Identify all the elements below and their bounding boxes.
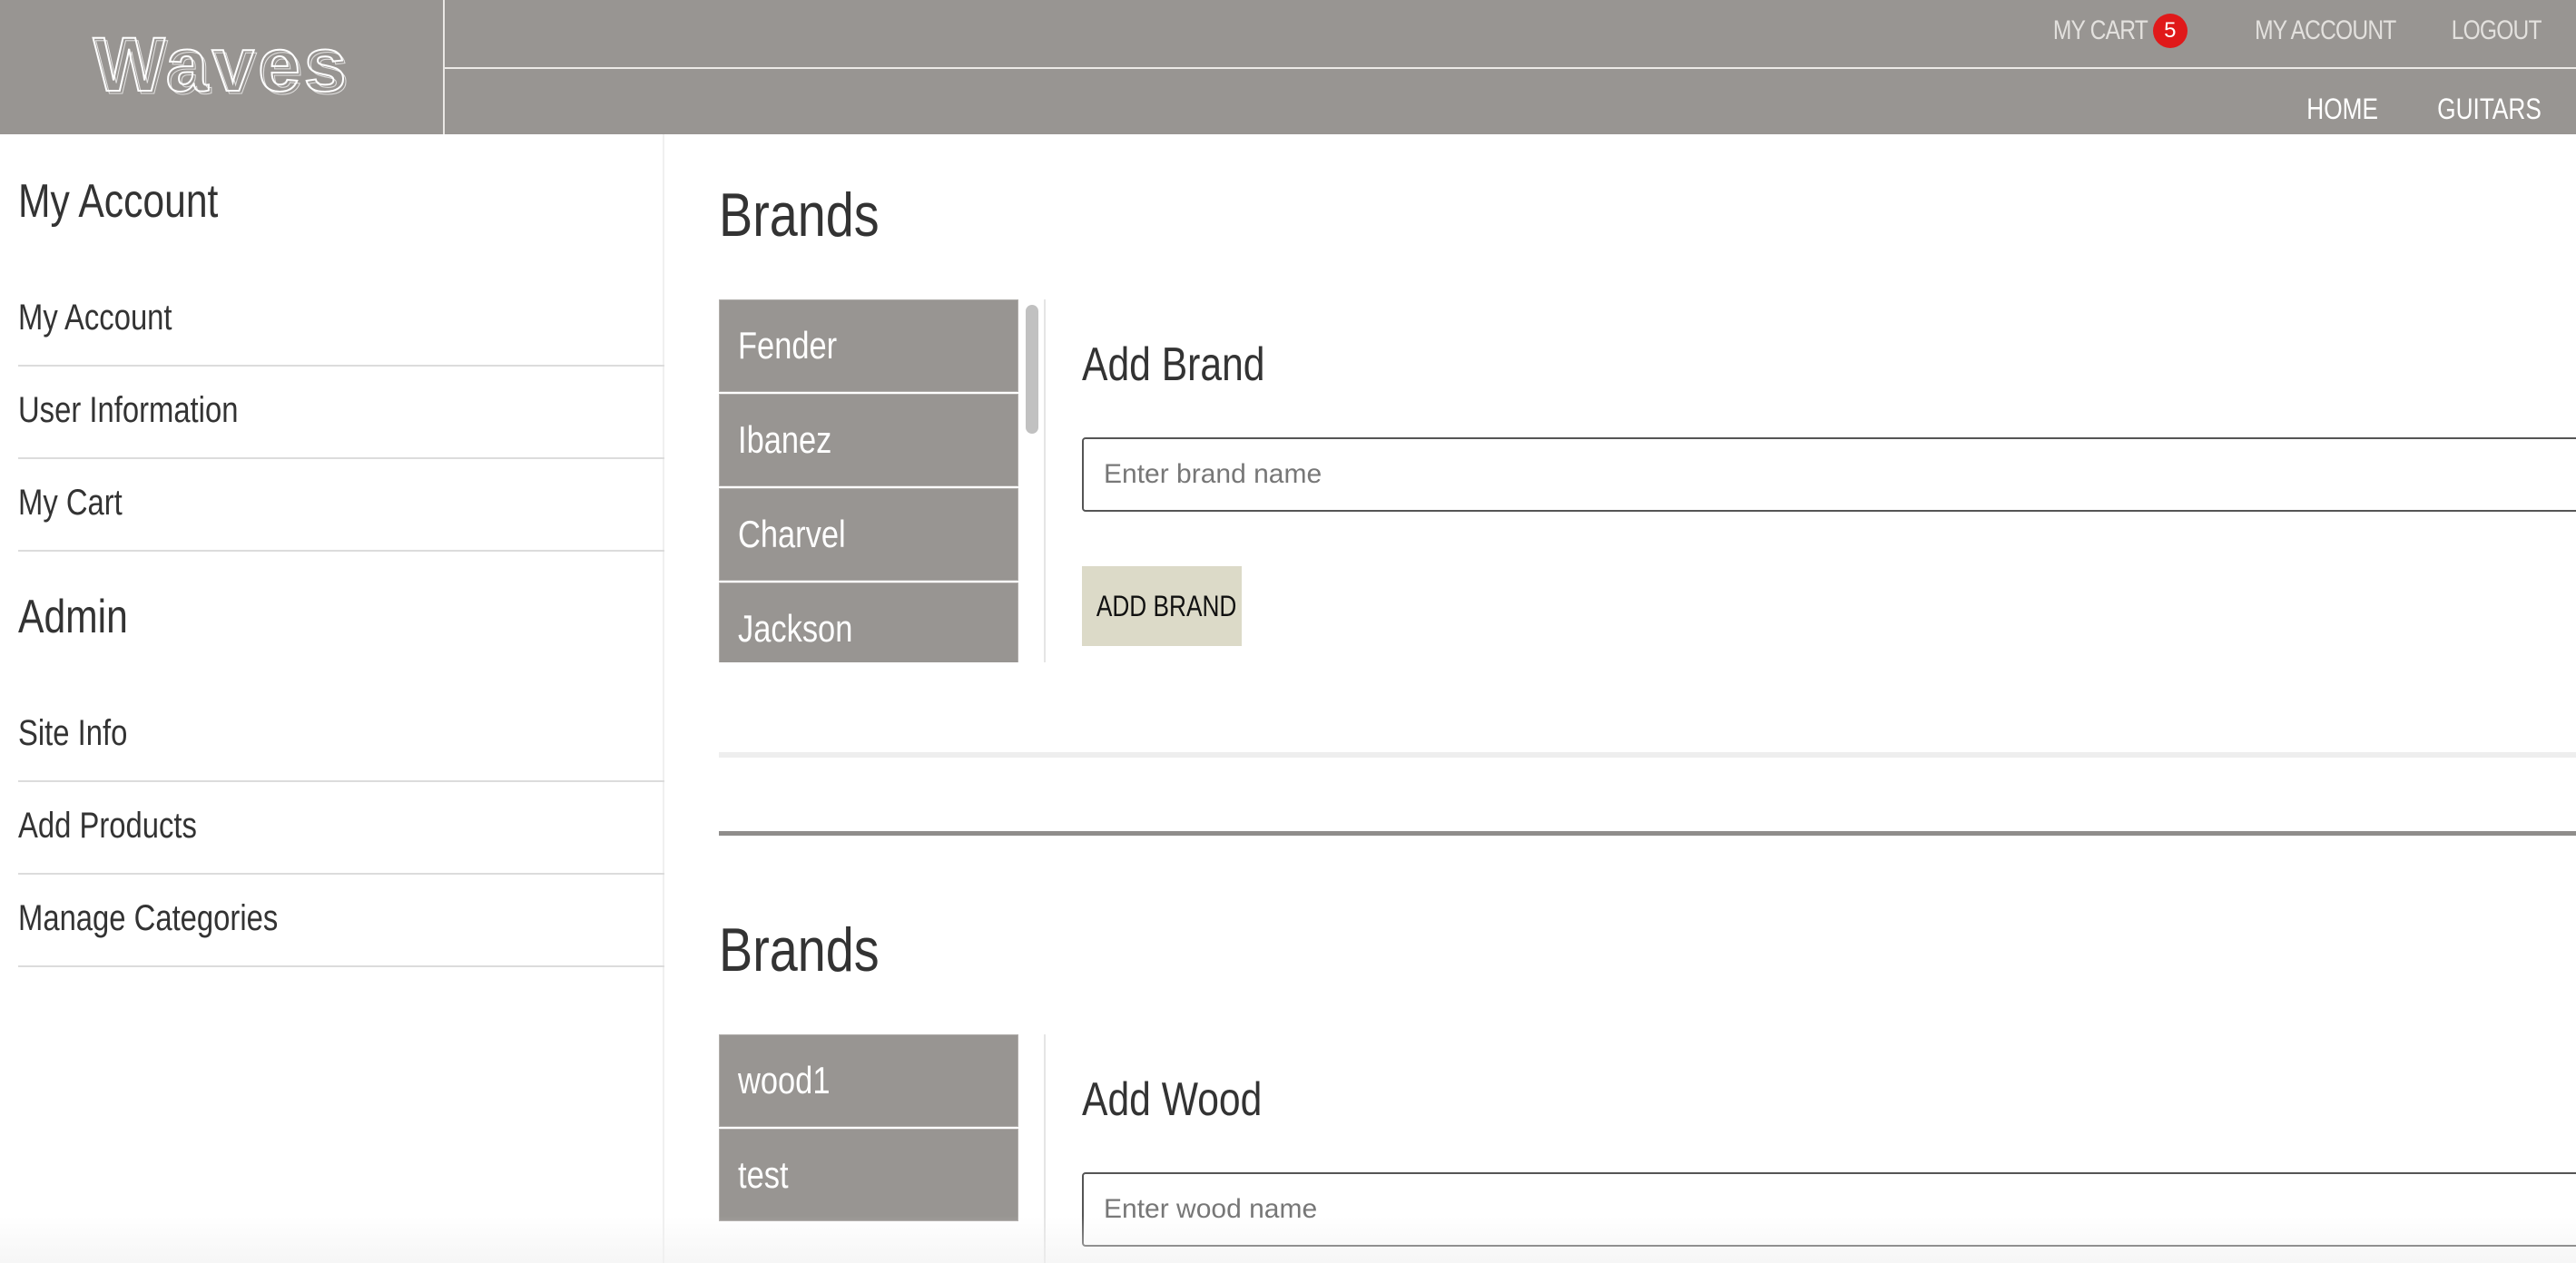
sidebar-item-manage-categories[interactable]: Manage Categories xyxy=(18,876,664,967)
sidebar-item-label: User Information xyxy=(18,390,239,430)
list-item[interactable]: Jackson xyxy=(719,583,1018,662)
sidebar-item-label: Manage Categories xyxy=(18,898,279,938)
list-item[interactable]: Charvel xyxy=(719,488,1018,581)
admin-heading: Admin xyxy=(18,591,128,643)
sidebar-item-label: My Cart xyxy=(18,483,123,523)
brands-list-scrollbar-thumb[interactable] xyxy=(1026,305,1038,434)
user-sidebar: My Account My Account User Information M… xyxy=(0,134,664,1263)
woods-section-title: Brands xyxy=(719,915,880,984)
list-item[interactable]: wood1 xyxy=(719,1034,1018,1127)
top-nav: MY CART 5 MY ACCOUNT LOGOUT xyxy=(2032,13,2542,49)
woods-list: wood1 test xyxy=(719,1034,1020,1223)
header-divider xyxy=(445,67,2576,69)
wood-name-input[interactable] xyxy=(1082,1172,2576,1247)
my-cart-label: MY CART xyxy=(2052,15,2148,45)
site-header: Waves Waves MY CART 5 MY ACCOUNT LOGOUT … xyxy=(0,0,2576,134)
my-account-link[interactable]: MY ACCOUNT xyxy=(2255,15,2396,46)
my-cart-link[interactable]: MY CART xyxy=(2053,15,2148,46)
sidebar-item-add-products[interactable]: Add Products xyxy=(18,784,664,875)
brand-name: Fender xyxy=(738,324,838,367)
svg-text:Waves: Waves xyxy=(95,24,352,110)
brand-name-input[interactable] xyxy=(1082,437,2576,512)
logo-container[interactable]: Waves Waves xyxy=(0,0,445,134)
home-link[interactable]: HOME xyxy=(2306,93,2378,126)
brand-name: Jackson xyxy=(738,607,853,650)
add-brand-button[interactable]: ADD BRAND xyxy=(1082,566,1242,646)
brands-section-title: Brands xyxy=(719,181,880,250)
wood-name: wood1 xyxy=(738,1059,831,1101)
add-wood-title: Add Wood xyxy=(1082,1073,1263,1126)
cart-count-badge: 5 xyxy=(2152,14,2188,48)
guitars-link[interactable]: GUITARS xyxy=(2437,93,2542,126)
logout-link[interactable]: LOGOUT xyxy=(2452,15,2542,46)
sidebar-item-site-info[interactable]: Site Info xyxy=(18,691,664,782)
brands-list: Fender Ibanez Charvel Jackson xyxy=(719,299,1020,662)
sidebar-item-user-information[interactable]: User Information xyxy=(18,368,664,459)
account-heading: My Account xyxy=(18,175,219,228)
sidebar-item-my-account[interactable]: My Account xyxy=(18,276,664,367)
sidebar-item-label: Add Products xyxy=(18,806,197,846)
sidebar-item-my-cart[interactable]: My Cart xyxy=(18,461,664,552)
sidebar-item-label: My Account xyxy=(18,298,172,338)
waves-logo: Waves Waves xyxy=(92,21,352,111)
brand-name: Charvel xyxy=(738,513,846,555)
wood-name: test xyxy=(738,1153,789,1196)
sidebar-item-label: Site Info xyxy=(18,713,128,753)
section-divider-dark xyxy=(719,831,2576,836)
list-item[interactable]: test xyxy=(719,1129,1018,1221)
list-item[interactable]: Ibanez xyxy=(719,394,1018,486)
section-divider-light xyxy=(719,752,2576,758)
main-nav: HOME GUITARS xyxy=(2291,89,2542,129)
add-brand-button-label: ADD BRAND xyxy=(1096,589,1237,622)
woods-list-scrollbar[interactable] xyxy=(1020,1034,1046,1263)
list-item[interactable]: Fender xyxy=(719,299,1018,392)
brand-name: Ibanez xyxy=(738,418,832,461)
add-brand-title: Add Brand xyxy=(1082,338,1265,391)
